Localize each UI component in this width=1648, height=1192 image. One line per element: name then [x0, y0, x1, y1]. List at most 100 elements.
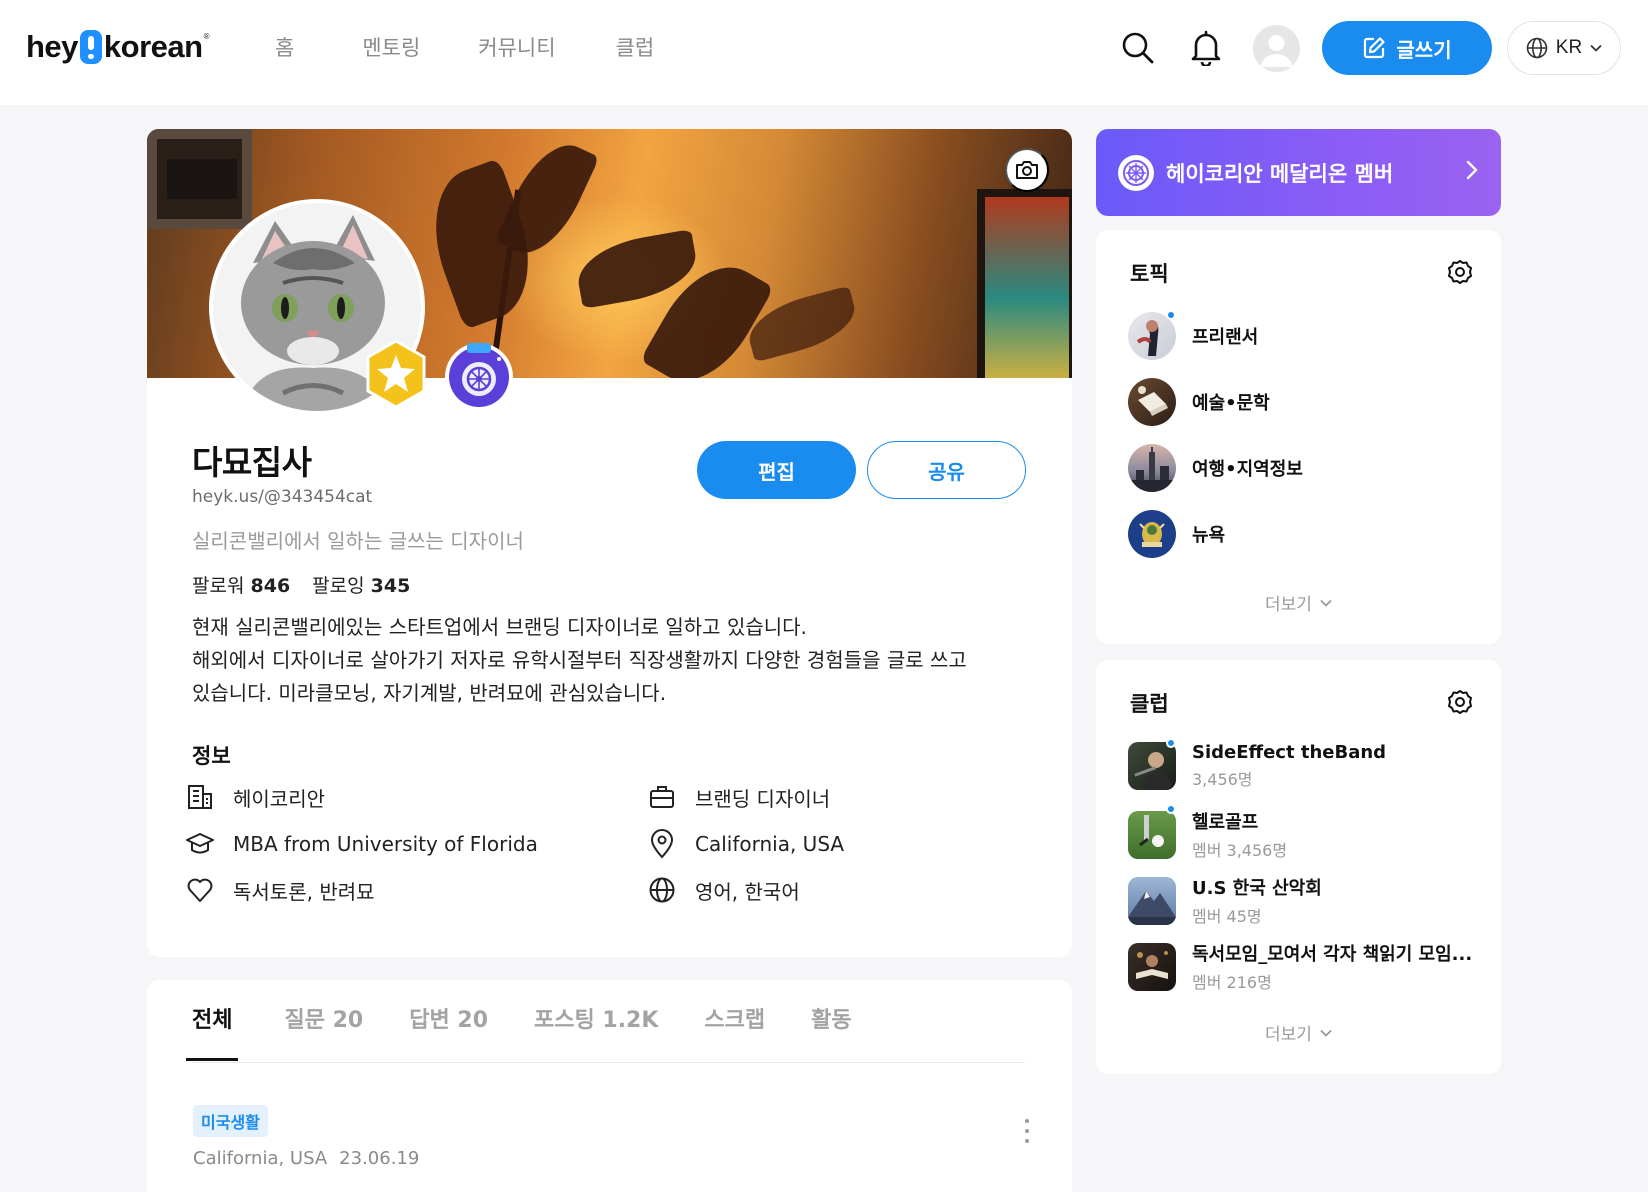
topics-settings-gear-icon[interactable] [1446, 258, 1474, 286]
heart-icon [185, 875, 215, 905]
followers-label: 팔로워 [192, 575, 245, 597]
share-profile-button[interactable]: 공유 [867, 441, 1026, 499]
new-indicator-dot [1166, 738, 1176, 748]
topic-label: 예술•문학 [1192, 393, 1270, 414]
more-options-icon[interactable] [1017, 1116, 1037, 1146]
info-education: MBA from University of Florida [185, 829, 538, 859]
chevron-right-icon [1466, 160, 1478, 180]
language-selector[interactable]: KR [1507, 21, 1621, 75]
topic-label: 프리랜서 [1192, 327, 1259, 348]
info-company: 헤이코리안 [185, 782, 325, 812]
club-name: U.S 한국 산악회 [1192, 878, 1322, 899]
topic-item-new-york[interactable]: 뉴욕 [1128, 510, 1225, 558]
bio-line: 있습니다. 미라클모닝, 자기계발, 반려묘에 관심있습니다. [192, 681, 667, 705]
clubs-settings-gear-icon[interactable] [1446, 688, 1474, 716]
medalion-badge-icon[interactable] [443, 337, 515, 413]
building-icon [185, 782, 215, 812]
club-item-sideeffect[interactable]: SideEffect theBand 3,456명 [1128, 738, 1386, 790]
clubs-card: 클럽 SideEffect theBand 3,456명 헬로골프 멤버 3,4… [1096, 660, 1501, 1074]
club-member-count: 멤버 3,456명 [1192, 841, 1288, 860]
clubs-title: 클럽 [1130, 692, 1169, 716]
club-name: 독서모임_모여서 각자 책읽기 모임... [1192, 944, 1473, 965]
club-thumbnail [1128, 742, 1176, 790]
medalion-icon [1118, 154, 1154, 191]
logo-registered-mark: ® [203, 32, 210, 41]
profile-url[interactable]: heyk.us/@343454cat [192, 487, 372, 507]
topic-item-freelancer[interactable]: 프리랜서 [1128, 310, 1259, 360]
tab-answers[interactable]: 답변 20 [409, 1006, 488, 1061]
tab-postings[interactable]: 포스팅 1.2K [534, 1006, 658, 1061]
following-stat[interactable]: 팔로잉 345 [312, 571, 410, 598]
briefcase-icon [647, 782, 677, 812]
write-post-button[interactable]: 글쓰기 [1322, 21, 1492, 75]
club-item-book-club[interactable]: 독서모임_모여서 각자 책읽기 모임... 멤버 216명 [1128, 940, 1472, 993]
clubs-see-more-button[interactable]: 더보기 [1096, 1020, 1501, 1045]
club-member-count: 3,456명 [1192, 770, 1253, 789]
heykorean-logo[interactable]: hey korean ® [26, 26, 210, 68]
tab-activity[interactable]: 활동 [811, 1006, 851, 1061]
gold-star-badge-icon[interactable] [361, 339, 431, 409]
graduation-cap-icon [185, 829, 215, 859]
profile-card: 다묘집사 heyk.us/@343454cat 실리콘밸리에서 일하는 글쓰는 … [147, 129, 1072, 957]
club-item-hello-golf[interactable]: 헬로골프 멤버 3,456명 [1128, 804, 1288, 861]
tab-all[interactable]: 전체 [186, 1006, 239, 1061]
follow-stats: 팔로워 846 팔로잉 345 [192, 571, 410, 598]
globe-icon [647, 875, 677, 905]
bell-icon[interactable] [1186, 28, 1226, 68]
following-count: 345 [370, 575, 411, 597]
nav-community[interactable]: 커뮤니티 [478, 32, 555, 64]
post-category-tag[interactable]: 미국생활 [193, 1105, 268, 1137]
topic-label: 뉴욕 [1192, 525, 1226, 546]
info-text: MBA from University of Florida [233, 832, 538, 856]
new-indicator-dot [1166, 310, 1176, 320]
club-thumbnail [1128, 876, 1176, 925]
info-interests: 독서토론, 반려묘 [185, 875, 375, 905]
user-avatar[interactable] [1253, 25, 1300, 72]
club-item-us-korean-hiking[interactable]: U.S 한국 산악회 멤버 45명 [1128, 874, 1322, 927]
topics-title: 토픽 [1130, 262, 1169, 286]
logo-text-hey: hey [26, 29, 78, 64]
info-text: California, USA [695, 832, 845, 856]
bio-line: 해외에서 디자이너로 살아가기 저자로 유학시절부터 직장생활까지 다양한 경험… [192, 648, 967, 672]
topic-thumbnail [1128, 510, 1176, 558]
info-text: 독서토론, 반려묘 [233, 879, 375, 904]
globe-icon [1526, 37, 1548, 59]
following-label: 팔로잉 [312, 575, 365, 597]
edit-profile-button[interactable]: 편집 [697, 441, 856, 499]
tab-questions[interactable]: 질문 20 [284, 1006, 363, 1061]
profile-tagline: 실리콘밸리에서 일하는 글쓰는 디자이너 [192, 529, 524, 553]
info-job: 브랜딩 디자이너 [647, 782, 830, 812]
post-location: California, USA [193, 1148, 328, 1169]
see-more-label: 더보기 [1265, 595, 1312, 615]
chevron-down-icon [1320, 1029, 1332, 1037]
topic-label: 여행•지역정보 [1192, 459, 1303, 480]
info-location: California, USA [647, 829, 844, 859]
chevron-down-icon [1320, 599, 1332, 607]
post-date: 23.06.19 [339, 1148, 420, 1169]
change-cover-camera-button[interactable] [1005, 148, 1049, 192]
profile-bio: 현재 실리콘밸리에있는 스타트업에서 브랜딩 디자이너로 일하고 있습니다. 해… [192, 611, 992, 710]
nav-club[interactable]: 클럽 [616, 32, 655, 64]
info-text: 브랜딩 디자이너 [695, 786, 831, 811]
topics-see-more-button[interactable]: 더보기 [1096, 590, 1501, 615]
info-text: 헤이코리안 [233, 786, 325, 811]
tab-scraps[interactable]: 스크랩 [704, 1006, 765, 1061]
write-label: 글쓰기 [1396, 39, 1452, 62]
activity-tabs: 전체 질문 20 답변 20 포스팅 1.2K 스크랩 활동 [186, 1006, 898, 1061]
nav-home[interactable]: 홈 [275, 32, 294, 64]
camera-icon [1016, 161, 1038, 179]
followers-stat[interactable]: 팔로워 846 [192, 571, 290, 598]
topic-thumbnail [1128, 378, 1176, 426]
language-label: KR [1555, 37, 1583, 58]
topic-item-travel-local[interactable]: 여행•지역정보 [1128, 444, 1303, 492]
nav-mentoring[interactable]: 멘토링 [362, 32, 420, 64]
topic-item-art-literature[interactable]: 예술•문학 [1128, 378, 1270, 426]
search-icon[interactable] [1118, 28, 1158, 68]
edit-pencil-icon [1364, 37, 1385, 59]
club-member-count: 멤버 216명 [1192, 973, 1272, 992]
activity-tabs-card: 전체 질문 20 답변 20 포스팅 1.2K 스크랩 활동 미국생활 Cali… [147, 980, 1072, 1192]
profile-name: 다묘집사 [192, 443, 312, 482]
info-languages: 영어, 한국어 [647, 875, 800, 905]
chevron-down-icon [1590, 44, 1602, 52]
medalion-member-banner[interactable]: 헤이코리안 메달리온 멤버 [1096, 129, 1501, 216]
